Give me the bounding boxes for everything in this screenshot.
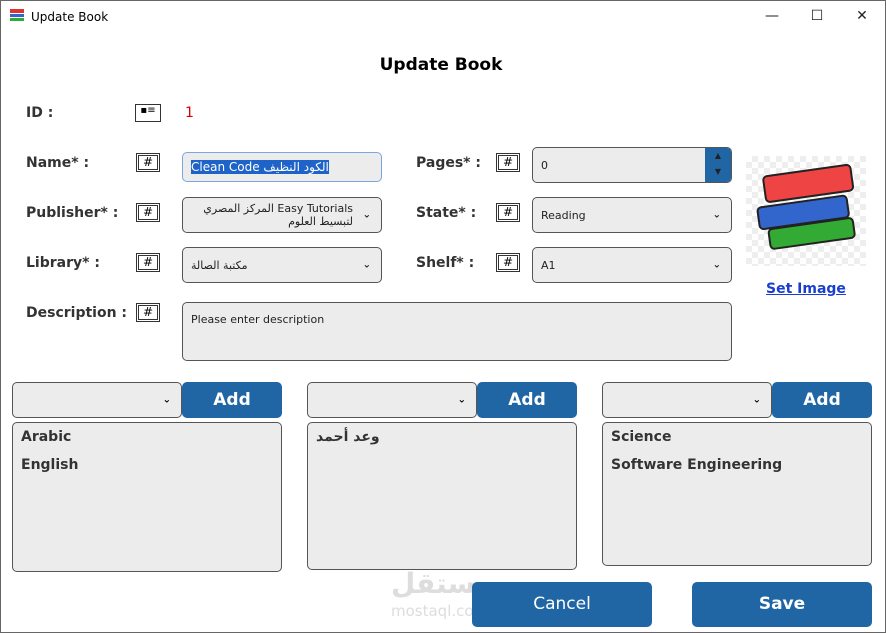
chevron-down-icon: ⌄	[712, 209, 721, 221]
hash-icon: #	[496, 253, 520, 272]
list-item[interactable]: Software Engineering	[611, 457, 863, 473]
title-bar: Update Book — ☐ ✕	[1, 1, 886, 32]
hash-icon: #	[136, 153, 160, 172]
stepper-arrows-icon[interactable]: ▲ ▼	[705, 148, 731, 182]
hash-icon: #	[136, 203, 160, 222]
publisher-label: Publisher* :	[26, 205, 119, 221]
description-label: Description :	[26, 305, 128, 321]
shelf-select[interactable]: A1 ⌄	[532, 247, 732, 283]
panel-2-add-button[interactable]: Add	[477, 382, 577, 418]
page-title: Update Book	[379, 55, 503, 75]
panel-3-select[interactable]: ⌄	[602, 382, 772, 418]
panel-1-add-button[interactable]: Add	[182, 382, 282, 418]
hash-icon: #	[136, 253, 160, 272]
panel-3-add-button[interactable]: Add	[772, 382, 872, 418]
list-item[interactable]: English	[21, 457, 273, 473]
id-card-icon: ▪≡	[135, 104, 161, 122]
chevron-down-icon: ⌄	[362, 209, 371, 221]
id-label: ID :	[26, 105, 54, 121]
authors-list[interactable]: وعد أحمد	[307, 422, 577, 570]
categories-list[interactable]: Science Software Engineering	[602, 422, 872, 566]
pages-stepper[interactable]: 0 ▲ ▼	[532, 147, 732, 183]
list-item[interactable]: Arabic	[21, 429, 273, 445]
id-value: 1	[185, 105, 194, 121]
shelf-label: Shelf* :	[416, 255, 475, 271]
maximize-button[interactable]: ☐	[802, 5, 832, 27]
library-label: Library* :	[26, 255, 100, 271]
hash-icon: #	[136, 303, 160, 322]
window-title: Update Book	[31, 10, 109, 24]
name-label: Name* :	[26, 155, 90, 171]
book-cover-image	[746, 156, 866, 266]
library-select[interactable]: مكتبة الصالة ⌄	[182, 247, 382, 283]
panel-2-select[interactable]: ⌄	[307, 382, 477, 418]
languages-list[interactable]: Arabic English	[12, 422, 282, 572]
chevron-down-icon: ⌄	[162, 394, 171, 406]
chevron-down-icon: ⌄	[712, 259, 721, 271]
name-input[interactable]: Clean Code الكود النظيف	[182, 152, 382, 182]
hash-icon: #	[496, 203, 520, 222]
state-select[interactable]: Reading ⌄	[532, 197, 732, 233]
set-image-link[interactable]: Set Image	[766, 281, 846, 297]
list-item[interactable]: وعد أحمد	[316, 429, 568, 445]
publisher-select[interactable]: Easy Tutorials المركز المصري لتبسيط العل…	[182, 197, 382, 233]
close-button[interactable]: ✕	[847, 5, 877, 27]
chevron-down-icon: ⌄	[752, 394, 761, 406]
panel-1-select[interactable]: ⌄	[12, 382, 182, 418]
save-button[interactable]: Save	[692, 582, 872, 627]
description-input[interactable]: Please enter description	[182, 302, 732, 361]
list-item[interactable]: Science	[611, 429, 863, 445]
chevron-down-icon: ⌄	[457, 394, 466, 406]
chevron-down-icon: ⌄	[362, 259, 371, 271]
minimize-button[interactable]: —	[757, 5, 787, 27]
pages-label: Pages* :	[416, 155, 481, 171]
state-label: State* :	[416, 205, 477, 221]
books-icon	[756, 163, 856, 250]
hash-icon: #	[496, 153, 520, 172]
app-books-icon	[10, 9, 24, 21]
cancel-button[interactable]: Cancel	[472, 582, 652, 627]
